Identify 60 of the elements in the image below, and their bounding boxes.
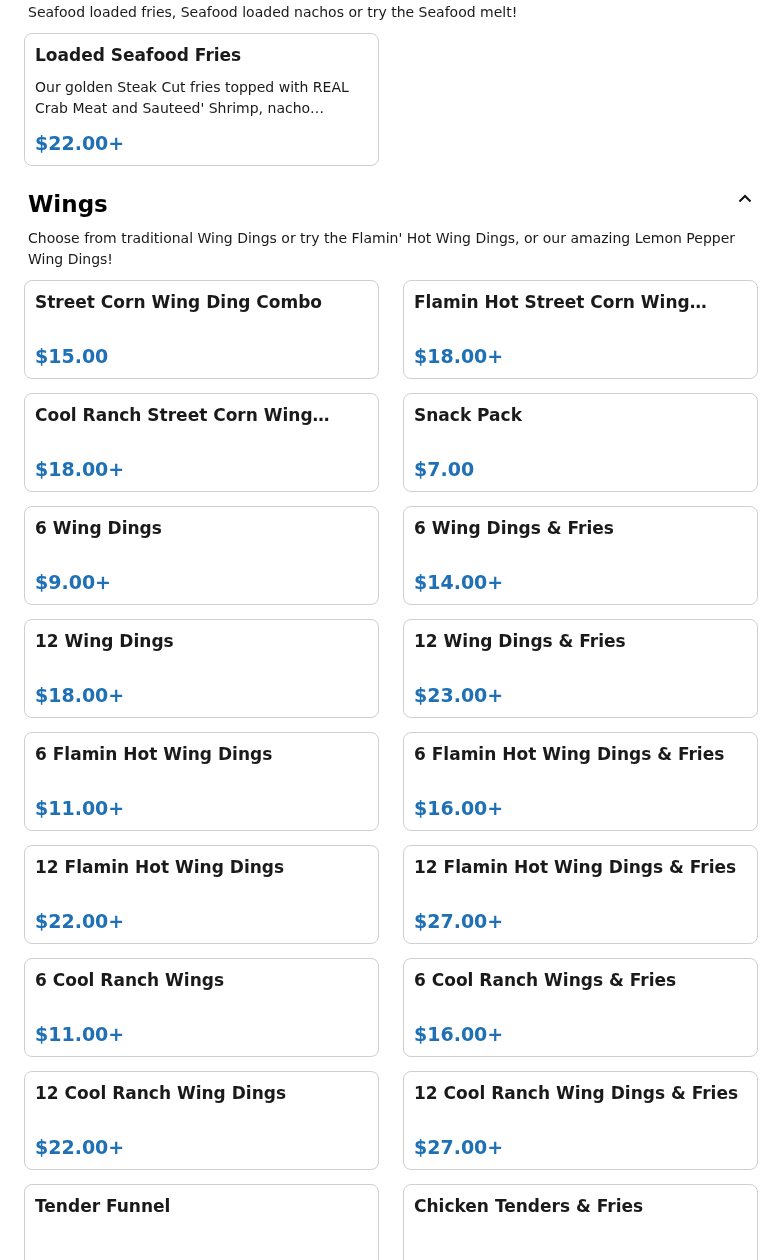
item-price: $11.00+: [35, 1022, 126, 1046]
menu-item-card[interactable]: 6 Cool Ranch Wings & Fries $16.00+: [403, 958, 758, 1057]
item-name: 6 Flamin Hot Wing Dings & Fries: [414, 743, 726, 766]
item-name: 6 Wing Dings: [35, 517, 163, 540]
item-name: Flamin Hot Street Corn Wing…: [414, 291, 708, 314]
menu-item-card[interactable]: 6 Flamin Hot Wing Dings $11.00+: [24, 732, 379, 831]
item-price: $14.00+: [414, 570, 505, 594]
menu-item-card[interactable]: Loaded Seafood Fries Our golden Steak Cut fries topped with REAL Crab Meat and Sauteed' Shrimp, nacho… $22.00+: [24, 33, 379, 166]
item-name: 6 Flamin Hot Wing Dings: [35, 743, 274, 766]
item-price: $27.00+: [414, 1135, 505, 1159]
menu-item-card[interactable]: Chicken Tenders & Fries: [403, 1184, 758, 1260]
menu-item-card[interactable]: 12 Wing Dings $18.00+: [24, 619, 379, 718]
item-price: $18.00+: [35, 457, 126, 481]
menu-item-card[interactable]: 12 Wing Dings & Fries $23.00+: [403, 619, 758, 718]
item-name: 12 Flamin Hot Wing Dings & Fries: [414, 856, 738, 879]
item-price: $23.00+: [414, 683, 505, 707]
item-name: 12 Flamin Hot Wing Dings: [35, 856, 286, 879]
menu-item-card[interactable]: 12 Flamin Hot Wing Dings $22.00+: [24, 845, 379, 944]
item-name: 12 Wing Dings & Fries: [414, 630, 627, 653]
item-name: 6 Cool Ranch Wings: [35, 969, 226, 992]
menu-item-card[interactable]: Street Corn Wing Ding Combo $15.00: [24, 280, 379, 379]
item-name: 12 Cool Ranch Wing Dings & Fries: [414, 1082, 740, 1105]
item-price: $16.00+: [414, 796, 505, 820]
item-name: 6 Wing Dings & Fries: [414, 517, 615, 540]
menu-item-card[interactable]: 6 Cool Ranch Wings $11.00+: [24, 958, 379, 1057]
item-price: $22.00+: [35, 909, 126, 933]
menu-item-card[interactable]: 6 Flamin Hot Wing Dings & Fries $16.00+: [403, 732, 758, 831]
menu-item-card[interactable]: Snack Pack $7.00: [403, 393, 758, 492]
item-price: $18.00+: [414, 344, 505, 368]
section-description: Seafood loaded fries, Seafood loaded nachos or try the Seafood melt!: [27, 3, 519, 22]
item-price: $22.00+: [35, 131, 126, 155]
item-price: $11.00+: [35, 796, 126, 820]
menu-item-card[interactable]: 6 Wing Dings & Fries $14.00+: [403, 506, 758, 605]
item-name: Loaded Seafood Fries: [35, 44, 243, 67]
item-price: $15.00: [35, 344, 110, 368]
item-name: 12 Wing Dings: [35, 630, 175, 653]
item-name: 12 Cool Ranch Wing Dings: [35, 1082, 287, 1105]
item-price: $27.00+: [414, 909, 505, 933]
section-description: Choose from traditional Wing Dings or try the Flamin' Hot Wing Dings, or our amazing Lemon Pepper Wing Dings!: [27, 229, 737, 269]
menu-item-card[interactable]: 12 Cool Ranch Wing Dings & Fries $27.00+: [403, 1071, 758, 1170]
menu-item-card[interactable]: 12 Cool Ranch Wing Dings $22.00+: [24, 1071, 379, 1170]
section-title: Wings: [28, 190, 108, 218]
item-description: Our golden Steak Cut fries topped with REAL Crab Meat and Sauteed' Shrimp, nacho…: [35, 78, 350, 118]
item-price: $22.00+: [35, 1135, 126, 1159]
item-name: Cool Ranch Street Corn Wing…: [35, 404, 331, 427]
item-price: $16.00+: [414, 1022, 505, 1046]
menu-item-card[interactable]: Cool Ranch Street Corn Wing… $18.00+: [24, 393, 379, 492]
menu-item-card[interactable]: 12 Flamin Hot Wing Dings & Fries $27.00+: [403, 845, 758, 944]
item-price: $7.00: [414, 457, 476, 481]
menu-item-card[interactable]: Tender Funnel: [24, 1184, 379, 1260]
chevron-icon[interactable]: [738, 193, 752, 203]
item-price: $9.00+: [35, 570, 113, 594]
item-price: $18.00+: [35, 683, 126, 707]
item-name: Street Corn Wing Ding Combo: [35, 291, 324, 314]
item-name: Chicken Tenders & Fries: [414, 1195, 645, 1218]
menu-item-card[interactable]: 6 Wing Dings $9.00+: [24, 506, 379, 605]
item-name: 6 Cool Ranch Wings & Fries: [414, 969, 678, 992]
menu-item-card[interactable]: Flamin Hot Street Corn Wing… $18.00+: [403, 280, 758, 379]
item-name: Tender Funnel: [35, 1195, 172, 1218]
item-name: Snack Pack: [414, 404, 523, 427]
